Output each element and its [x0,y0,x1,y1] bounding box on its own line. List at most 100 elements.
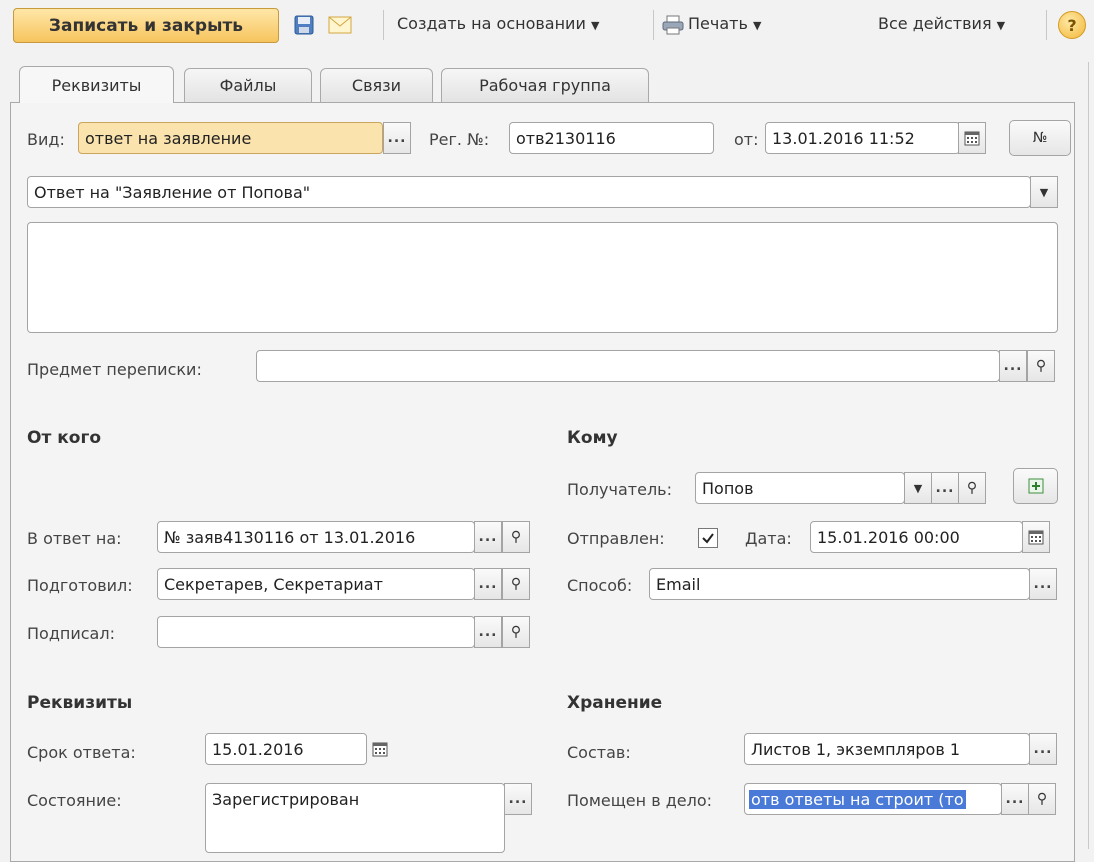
tab-workgroup[interactable]: Рабочая группа [441,68,649,102]
magnifier-icon: ⚲ [966,480,978,496]
calendar-icon [964,131,980,146]
title-dropdown-button[interactable]: ▼ [1030,176,1058,208]
magnifier-icon: ⚲ [1035,358,1047,374]
chevron-down-icon: ▼ [590,19,600,32]
toolbar-separator [1046,10,1047,40]
ellipsis-icon: ... [1033,576,1053,592]
tab-files[interactable]: Файлы [184,68,312,102]
ellipsis-icon: ... [478,529,498,545]
signed-label: Подписал: [27,624,115,643]
subject-field[interactable] [256,350,1000,382]
all-actions-menu[interactable]: Все действия ▼ [878,14,1005,33]
signed-search-button[interactable]: ⚲ [502,616,530,648]
composition-field[interactable]: Листов 1, экземпляров 1 [744,733,1030,765]
toolbar-separator [653,10,654,40]
composition-label: Состав: [567,743,631,762]
ellipsis-icon: ... [935,480,955,496]
signed-field[interactable] [157,616,475,648]
magnifier-icon: ⚲ [1036,791,1048,807]
reply-to-search-button[interactable]: ⚲ [502,521,530,553]
method-select-button[interactable]: ... [1029,568,1057,600]
magnifier-icon: ⚲ [510,624,522,640]
subject-select-button[interactable]: ... [999,350,1027,382]
ellipsis-icon: ... [387,130,407,146]
reg-number-label: Рег. №: [429,130,490,149]
state-label: Состояние: [27,791,122,810]
chevron-down-icon: ▼ [1039,185,1049,199]
tab-links[interactable]: Связи [320,68,433,102]
printer-icon [660,12,686,38]
save-and-close-button[interactable]: Записать и закрыть [13,8,279,43]
magnifier-icon: ⚲ [510,576,522,592]
save-icon[interactable] [291,12,317,38]
prepared-field[interactable]: Секретарев, Секретариат [157,568,475,600]
add-recipient-button[interactable] [1013,468,1058,504]
case-search-button[interactable]: ⚲ [1028,783,1056,815]
recipient-label: Получатель: [567,480,672,499]
scroll-divider [1088,62,1089,849]
case-selected-text: отв ответы на строит (то [749,789,966,809]
to-heading: Кому [567,428,618,448]
subject-search-button[interactable]: ⚲ [1027,350,1055,382]
state-select-button[interactable]: ... [504,783,532,815]
sent-date-calendar-button[interactable] [1022,521,1050,553]
sent-date-label: Дата: [745,529,792,548]
case-label: Помещен в дело: [567,791,713,810]
create-based-on-menu[interactable]: Создать на основании ▼ [397,14,599,33]
recipient-dropdown-button[interactable]: ▼ [904,472,932,504]
document-title-field[interactable]: Ответ на "Заявление от Попова" [27,176,1031,208]
toolbar-separator [383,10,384,40]
chevron-down-icon: ▼ [913,481,923,495]
sent-label: Отправлен: [567,529,665,548]
case-select-button[interactable]: ... [1001,783,1029,815]
method-label: Способ: [567,576,633,595]
recipient-field[interactable]: Попов [695,472,905,504]
calendar-icon [372,742,388,757]
ellipsis-icon: ... [1005,791,1025,807]
email-icon[interactable] [327,12,353,38]
number-button[interactable]: № [1009,120,1071,156]
prepared-select-button[interactable]: ... [474,568,502,600]
method-field[interactable]: Email [649,568,1030,600]
prepared-label: Подготовил: [27,576,133,595]
subject-label: Предмет переписки: [27,360,202,379]
deadline-field[interactable]: 15.01.2016 [205,733,367,765]
recipient-select-button[interactable]: ... [931,472,959,504]
date-label: от: [734,130,759,149]
calendar-button[interactable] [958,122,986,154]
case-field[interactable]: отв ответы на строит (то [744,783,1002,815]
storage-heading: Хранение [567,693,663,713]
ellipsis-icon: ... [1033,741,1053,757]
chevron-down-icon: ▼ [996,19,1006,32]
vid-label: Вид: [27,130,65,149]
reply-to-label: В ответ на: [27,529,122,548]
create-based-on-label: Создать на основании [397,14,586,33]
composition-select-button[interactable]: ... [1029,733,1057,765]
tab-requisites[interactable]: Реквизиты [19,66,174,103]
date-field[interactable]: 13.01.2016 11:52 [765,122,960,154]
vid-field[interactable]: ответ на заявление [78,122,383,154]
sent-date-field[interactable]: 15.01.2016 00:00 [810,521,1023,553]
reply-to-field[interactable]: № заяв4130116 от 13.01.2016 [157,521,475,553]
reply-to-select-button[interactable]: ... [474,521,502,553]
vid-select-button[interactable]: ... [383,122,411,154]
description-textarea[interactable] [27,222,1058,333]
sent-checkbox[interactable] [698,528,718,548]
ellipsis-icon: ... [478,624,498,640]
calendar-icon [1028,530,1044,545]
magnifier-icon: ⚲ [510,529,522,545]
checkmark-icon [702,533,714,544]
deadline-label: Срок ответа: [27,743,136,762]
print-menu[interactable]: Печать ▼ [688,14,761,33]
state-field[interactable]: Зарегистрирован [205,783,505,853]
requisites-heading: Реквизиты [27,693,133,713]
deadline-calendar-button[interactable] [366,733,394,765]
recipient-search-button[interactable]: ⚲ [958,472,986,504]
signed-select-button[interactable]: ... [474,616,502,648]
plus-icon [1028,478,1043,494]
all-actions-label: Все действия [878,14,992,33]
help-button[interactable]: ? [1058,11,1086,39]
prepared-search-button[interactable]: ⚲ [502,568,530,600]
toolbar: Записать и закрыть Создать на основании … [0,0,1094,52]
reg-number-field[interactable]: отв2130116 [509,122,714,154]
